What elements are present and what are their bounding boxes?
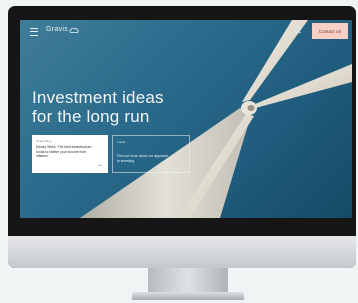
hero-title: Investment ideas for the long run — [32, 88, 212, 126]
monitor-chin — [8, 236, 356, 268]
card-tag: Funds — [117, 140, 126, 144]
cloud-icon — [69, 27, 79, 33]
hero-title-line-2: for the long run — [32, 107, 150, 126]
blog-card[interactable]: Gravis Blog Money Week: The best infrast… — [32, 135, 108, 173]
website-screen: Gravis Contact Us Investment ideas for t… — [20, 20, 352, 218]
monitor-base — [132, 292, 244, 300]
arrow-right-icon[interactable]: → — [97, 162, 103, 168]
search-icon[interactable] — [294, 27, 300, 33]
card-tag: Gravis Blog — [36, 139, 52, 143]
contact-us-button[interactable]: Contact Us — [312, 23, 348, 39]
brand-logo[interactable]: Gravis — [46, 26, 68, 33]
funds-card[interactable]: Funds Find out more about our approach t… — [112, 135, 190, 173]
hero-title-line-1: Investment ideas — [32, 88, 164, 107]
card-text: Money Week: The best infrastructure fund… — [36, 145, 92, 159]
monitor-stand — [148, 268, 228, 294]
menu-icon[interactable] — [30, 28, 38, 36]
card-text: Find out more about our approach to inve… — [117, 154, 169, 163]
top-navigation: Gravis Contact Us — [20, 20, 352, 42]
arrow-right-icon[interactable]: → — [178, 161, 184, 167]
